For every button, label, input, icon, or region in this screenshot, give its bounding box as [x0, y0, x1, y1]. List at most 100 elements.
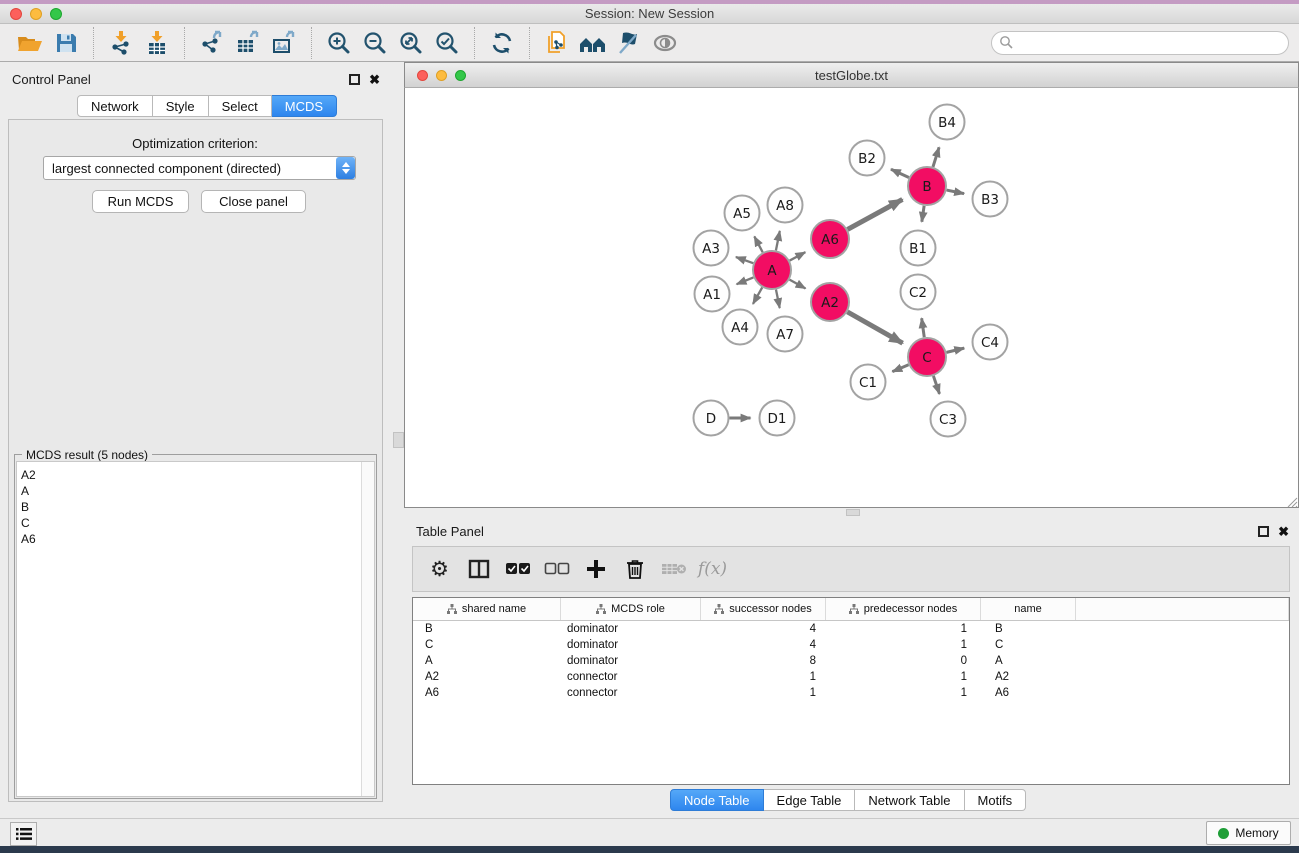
graph-node-label: D1 — [768, 411, 787, 427]
graph-edge[interactable] — [790, 252, 806, 260]
graph-edge[interactable] — [737, 277, 754, 284]
graph-node-label: B — [922, 179, 931, 195]
close-panel-button[interactable]: Close panel — [201, 190, 306, 213]
tab-motifs[interactable]: Motifs — [965, 789, 1027, 811]
graph-node-label: B2 — [858, 151, 876, 167]
export-network-icon[interactable] — [194, 26, 230, 60]
save-session-icon[interactable] — [48, 26, 84, 60]
search-input[interactable] — [1014, 36, 1288, 50]
column-header-successor-nodes[interactable]: successor nodes — [701, 598, 826, 620]
graph-node-label: A7 — [776, 327, 794, 343]
graph-node-label: A4 — [731, 320, 749, 336]
horizontal-splitter-handle[interactable] — [846, 509, 860, 516]
graph-edge[interactable] — [790, 280, 806, 289]
graph-node-label: D — [706, 411, 716, 427]
tab-select[interactable]: Select — [209, 95, 272, 117]
graph-edge[interactable] — [946, 348, 964, 352]
list-item[interactable]: B — [21, 499, 374, 515]
tab-network-table[interactable]: Network Table — [855, 789, 964, 811]
graph-node-label: A6 — [821, 232, 839, 248]
graph-edge[interactable] — [922, 206, 924, 222]
optimization-criterion-dropdown[interactable]: largest connected component (directed) — [43, 156, 356, 180]
graph-edge[interactable] — [891, 169, 909, 177]
zoom-fit-icon[interactable] — [393, 26, 429, 60]
table-panel-header: Table Panel ✖ — [404, 518, 1299, 544]
export-table-icon[interactable] — [230, 26, 266, 60]
graph-edge[interactable] — [754, 236, 762, 252]
node-table[interactable]: shared name MCDS role successor nodes pr… — [412, 597, 1290, 785]
search-icon — [999, 35, 1014, 50]
list-item[interactable]: A6 — [21, 531, 374, 547]
unselect-all-icon[interactable] — [540, 552, 573, 586]
graph-edge[interactable] — [753, 287, 762, 303]
graph-edge[interactable] — [736, 257, 753, 263]
network-graph-canvas[interactable]: AA1A2A3A4A5A6A7A8BB1B2B3B4CC1C2C3C4DD1 — [406, 89, 1297, 507]
table-row[interactable]: Cdominator41C — [413, 637, 1289, 653]
scrollbar-track[interactable] — [361, 462, 374, 796]
column-header-predecessor-nodes[interactable]: predecessor nodes — [826, 598, 981, 620]
window-resize-grip[interactable] — [1286, 496, 1298, 508]
table-row[interactable]: Bdominator41B — [413, 621, 1289, 637]
column-header-name[interactable]: name — [981, 598, 1076, 620]
network-window-title: testGlobe.txt — [405, 68, 1298, 83]
first-neighbors-icon[interactable] — [611, 26, 647, 60]
graph-edge[interactable] — [947, 190, 964, 194]
show-hide-icon[interactable] — [647, 26, 683, 60]
tab-style[interactable]: Style — [153, 95, 209, 117]
main-toolbar — [0, 24, 1299, 62]
task-history-button[interactable] — [10, 822, 37, 846]
graph-edge[interactable] — [847, 312, 902, 343]
tab-mcds[interactable]: MCDS — [272, 95, 337, 117]
tab-node-table[interactable]: Node Table — [670, 789, 764, 811]
graph-node-label: A5 — [733, 206, 751, 222]
search-box[interactable] — [991, 31, 1289, 55]
dropdown-value: largest connected component (directed) — [44, 161, 336, 176]
graph-node-label: B3 — [981, 192, 999, 208]
list-item[interactable]: C — [21, 515, 374, 531]
memory-button[interactable]: Memory — [1206, 821, 1291, 845]
table-toolbar: ⚙ f(x) — [412, 546, 1290, 592]
tab-network[interactable]: Network — [77, 95, 153, 117]
graph-edge[interactable] — [933, 376, 939, 394]
vertical-splitter-handle[interactable] — [393, 432, 404, 448]
close-panel-icon[interactable]: ✖ — [1278, 526, 1289, 537]
export-image-icon[interactable] — [266, 26, 302, 60]
select-all-icon[interactable] — [501, 552, 534, 586]
graph-edge[interactable] — [922, 318, 925, 337]
add-icon[interactable] — [579, 552, 612, 586]
table-row[interactable]: A2connector11A2 — [413, 669, 1289, 685]
control-panel-title: Control Panel — [12, 72, 91, 87]
graph-edge[interactable] — [892, 365, 908, 372]
graph-edge[interactable] — [848, 199, 903, 229]
graph-edge[interactable] — [776, 290, 780, 308]
list-item[interactable]: A — [21, 483, 374, 499]
import-table-icon[interactable] — [139, 26, 175, 60]
close-panel-icon[interactable]: ✖ — [369, 74, 380, 85]
graph-edge[interactable] — [933, 147, 939, 167]
refresh-layout-icon[interactable] — [484, 26, 520, 60]
graph-node-label: C — [922, 350, 931, 366]
network-window-titlebar[interactable]: testGlobe.txt — [404, 62, 1299, 88]
list-item[interactable]: A2 — [21, 467, 374, 483]
column-header-shared-name[interactable]: shared name — [413, 598, 561, 620]
float-panel-icon[interactable] — [349, 74, 360, 85]
mcds-result-list[interactable]: A2 A B C A6 — [16, 461, 375, 797]
clone-network-icon[interactable] — [539, 26, 575, 60]
open-file-icon[interactable] — [12, 26, 48, 60]
zoom-selected-icon[interactable] — [429, 26, 465, 60]
column-header-mcds-role[interactable]: MCDS role — [561, 598, 701, 620]
import-network-icon[interactable] — [103, 26, 139, 60]
tab-edge-table[interactable]: Edge Table — [764, 789, 856, 811]
network-overview-icon[interactable] — [575, 26, 611, 60]
graph-edge[interactable] — [776, 231, 780, 250]
delete-icon[interactable] — [618, 552, 651, 586]
table-row[interactable]: A6connector11A6 — [413, 685, 1289, 701]
zoom-out-icon[interactable] — [357, 26, 393, 60]
float-panel-icon[interactable] — [1258, 526, 1269, 537]
zoom-in-icon[interactable] — [321, 26, 357, 60]
columns-icon[interactable] — [462, 552, 495, 586]
gear-icon[interactable]: ⚙ — [423, 552, 456, 586]
graph-node-label: A3 — [702, 241, 720, 257]
table-row[interactable]: Adominator80A — [413, 653, 1289, 669]
run-mcds-button[interactable]: Run MCDS — [92, 190, 189, 213]
